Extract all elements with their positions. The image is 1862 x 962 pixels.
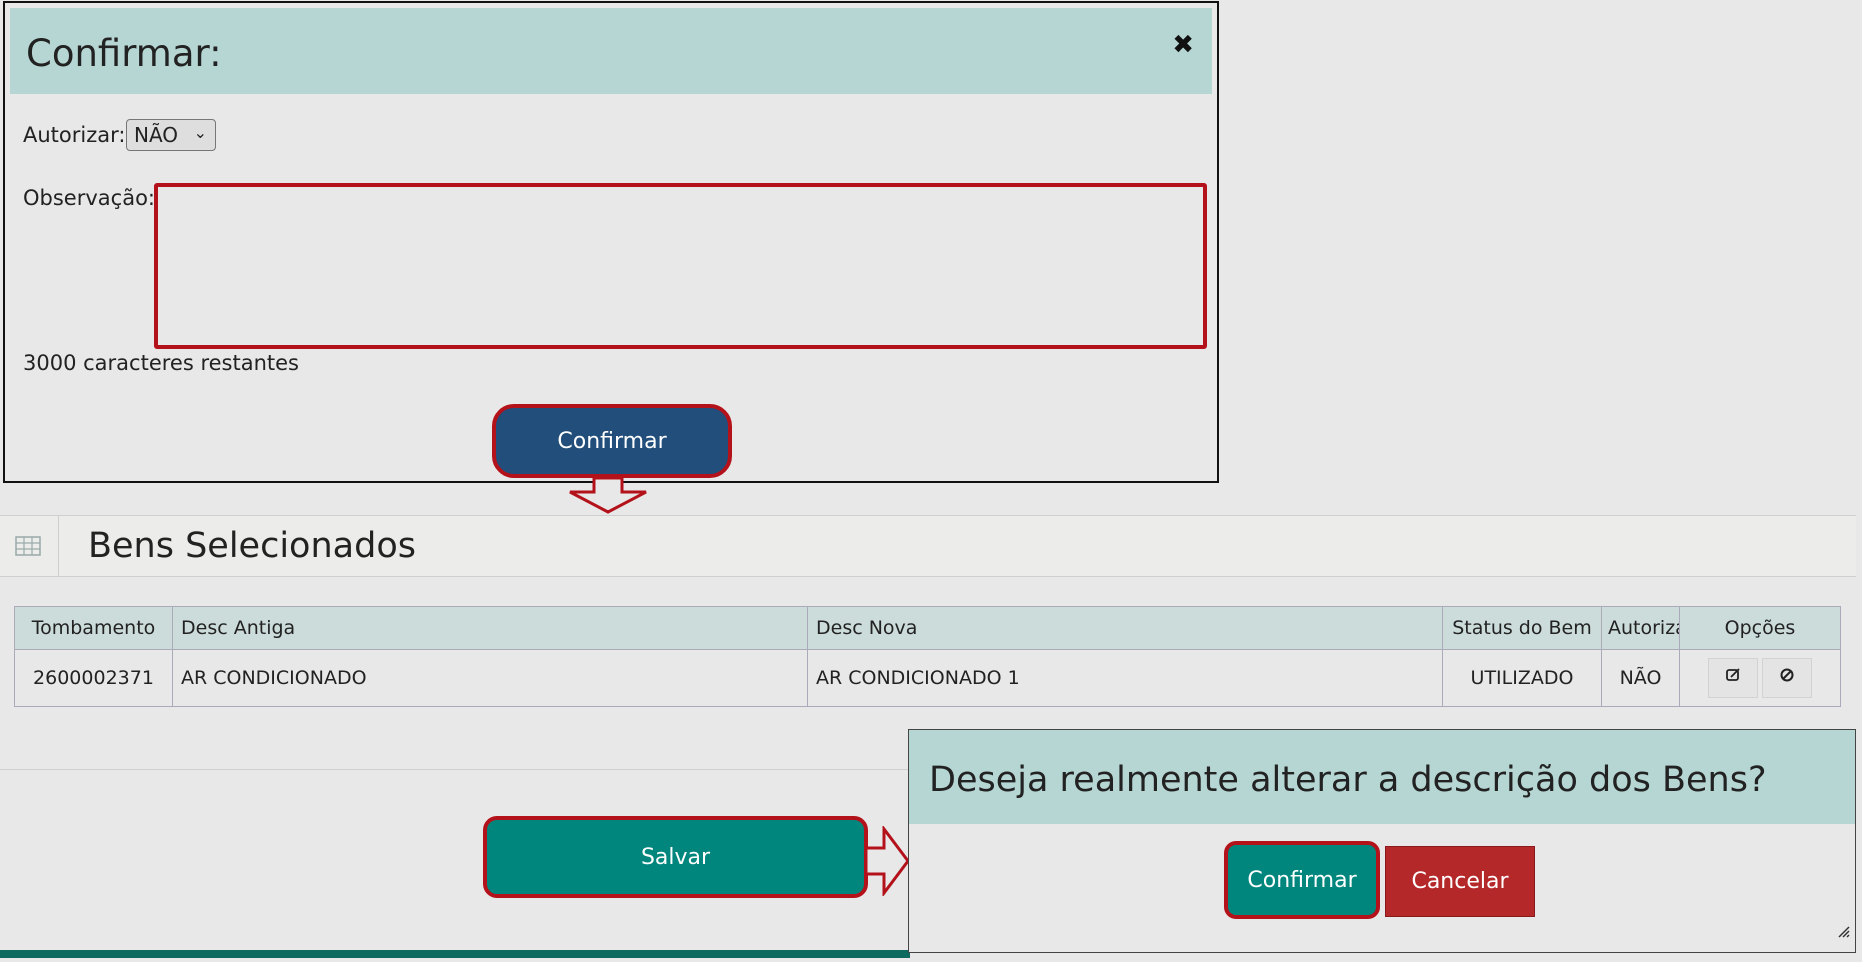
col-opcoes: Opções	[1679, 606, 1841, 650]
alert-cancel-button[interactable]: Cancelar	[1385, 846, 1535, 917]
cell-desc-nova: AR CONDICIONADO 1	[807, 649, 1443, 707]
autorizar-select[interactable]: NÃO ⌄	[126, 119, 216, 151]
footer-bar	[0, 950, 910, 958]
observacao-textarea[interactable]	[154, 183, 1207, 349]
cell-desc-antiga: AR CONDICIONADO	[172, 649, 808, 707]
confirm-dialog-header: Confirmar: ✖	[10, 8, 1212, 94]
alert-dialog: Deseja realmente alterar a descrição dos…	[908, 729, 1856, 953]
close-icon[interactable]: ✖	[1172, 30, 1194, 60]
col-desc-nova: Desc Nova	[807, 606, 1443, 650]
col-autoriza: Autoriza	[1601, 606, 1680, 650]
arrow-down-icon	[569, 478, 647, 514]
cell-tombamento: 2600002371	[14, 649, 173, 707]
salvar-button[interactable]: Salvar	[483, 816, 868, 898]
bens-panel-header: Bens Selecionados	[0, 515, 1856, 577]
confirm-button[interactable]: Confirmar	[492, 404, 732, 478]
cell-autoriza: NÃO	[1601, 649, 1680, 707]
chars-remaining-text: 3000 caracteres restantes	[23, 351, 299, 375]
panel-title: Bens Selecionados	[88, 526, 416, 566]
confirm-dialog-title: Confirmar:	[26, 32, 222, 75]
alert-dialog-title: Deseja realmente alterar a descrição dos…	[929, 760, 1767, 800]
autorizar-select-value: NÃO	[134, 123, 179, 147]
col-desc-antiga: Desc Antiga	[172, 606, 808, 650]
col-status: Status do Bem	[1442, 606, 1602, 650]
resize-handle-icon[interactable]	[1836, 924, 1850, 938]
table-row: 2600002371 AR CONDICIONADO AR CONDICIONA…	[14, 649, 1841, 707]
alert-confirm-button[interactable]: Confirmar	[1224, 841, 1380, 919]
chevron-down-icon: ⌄	[193, 123, 207, 142]
table-header-row: Tombamento Desc Antiga Desc Nova Status …	[14, 606, 1841, 650]
cell-opcoes	[1679, 649, 1841, 707]
col-tombamento: Tombamento	[14, 606, 173, 650]
autorizar-label: Autorizar:	[23, 123, 126, 147]
panel-divider	[0, 769, 910, 770]
cell-status: UTILIZADO	[1442, 649, 1602, 707]
arrow-right-icon	[866, 826, 910, 896]
edit-icon[interactable]	[1708, 658, 1758, 698]
alert-dialog-header: Deseja realmente alterar a descrição dos…	[909, 730, 1855, 824]
panel-header-separator	[58, 516, 59, 576]
block-icon[interactable]	[1762, 658, 1812, 698]
bens-table: Tombamento Desc Antiga Desc Nova Status …	[14, 606, 1841, 707]
observacao-label: Observação:	[23, 186, 155, 210]
table-grid-icon	[15, 536, 41, 556]
